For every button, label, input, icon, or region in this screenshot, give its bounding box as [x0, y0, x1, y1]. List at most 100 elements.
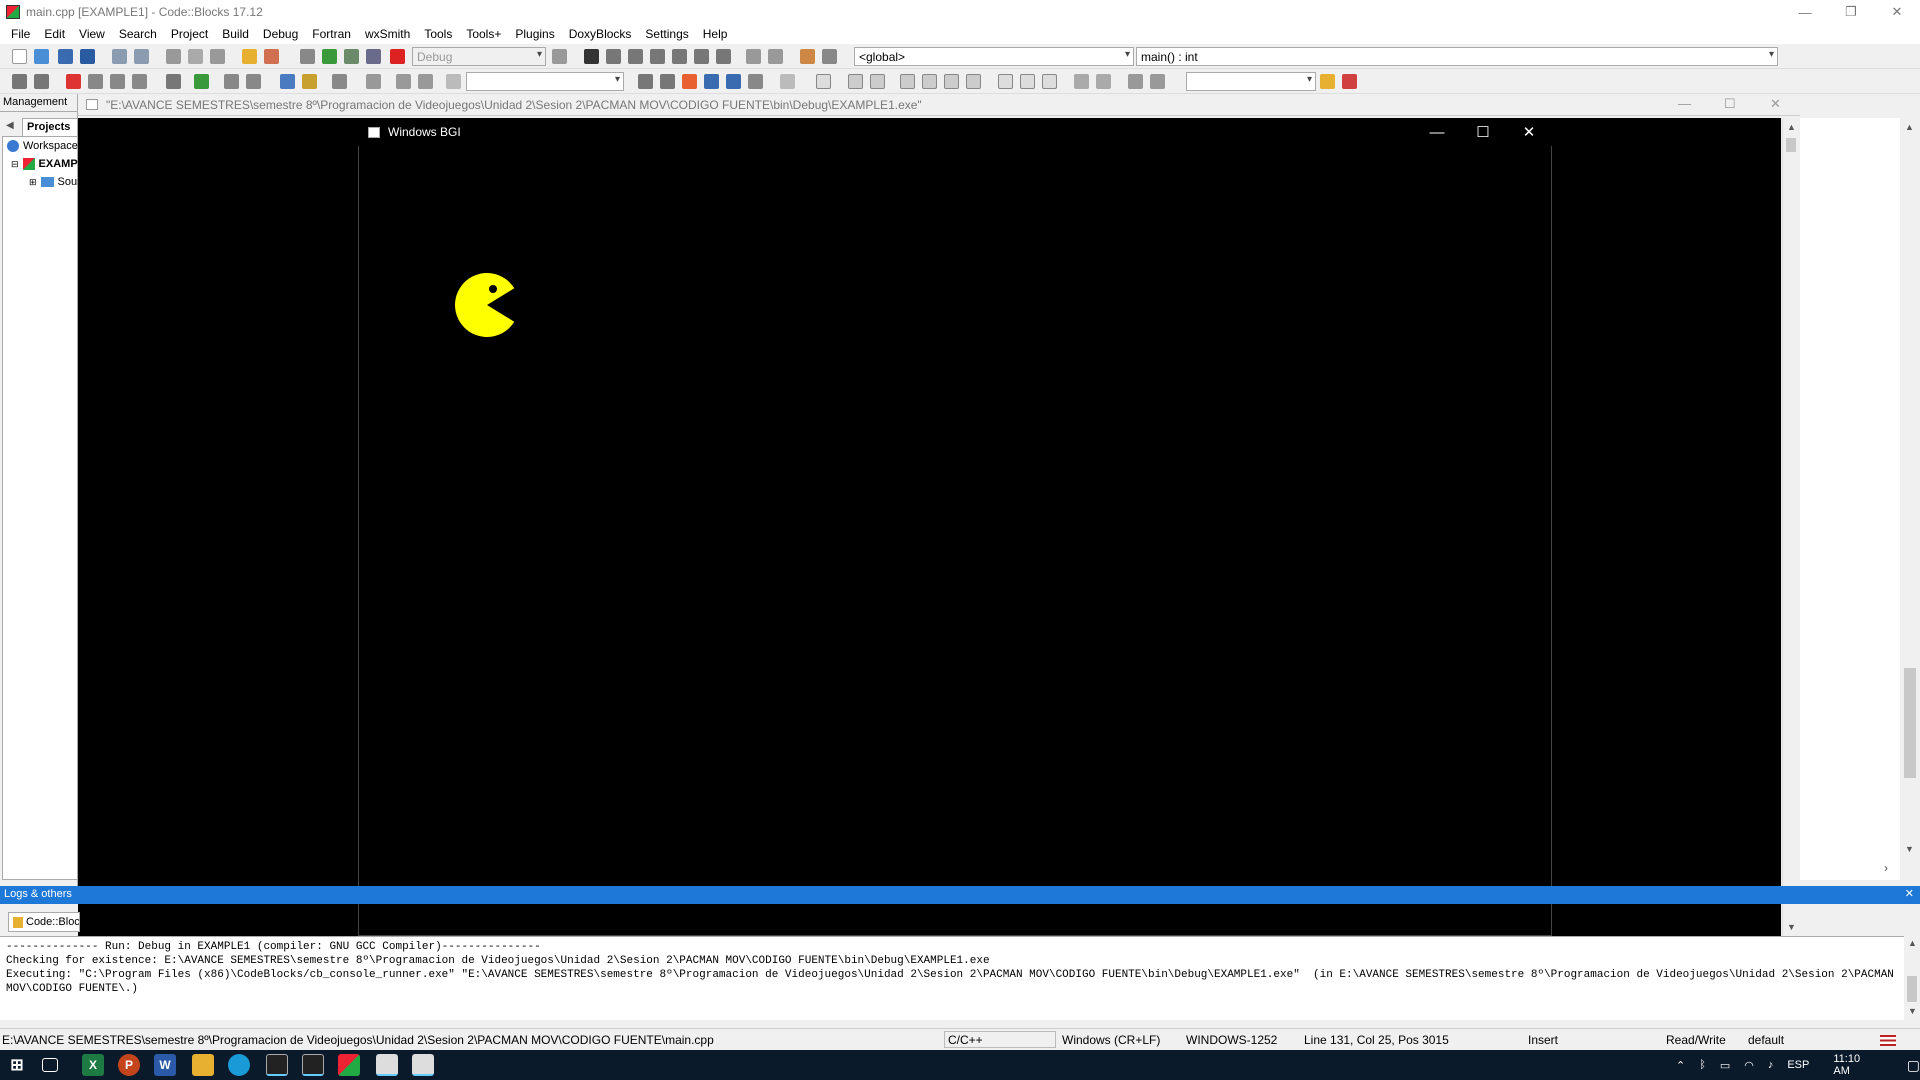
box-sizer-icon[interactable] [900, 74, 915, 89]
tree-workspace[interactable]: Workspace [7, 140, 78, 152]
minimize-button[interactable]: — [1782, 0, 1828, 24]
menu-tools[interactable]: Tools [417, 27, 459, 41]
close-button[interactable]: ✕ [1874, 0, 1920, 24]
restore-button[interactable]: ❐ [1828, 0, 1874, 24]
replace-icon[interactable] [264, 49, 279, 64]
scroll-up-icon[interactable]: ▲ [1787, 122, 1796, 132]
menu-build[interactable]: Build [215, 27, 256, 41]
run-to-cursor-icon[interactable] [606, 49, 621, 64]
console-maximize-button[interactable]: ☐ [1724, 96, 1736, 112]
menu-fortran[interactable]: Fortran [305, 27, 358, 41]
excel-icon[interactable]: X [82, 1054, 104, 1076]
textctrl-widget-icon[interactable] [1042, 74, 1057, 89]
tab-scroll-left-icon[interactable]: ◀ [6, 120, 14, 131]
abort-icon[interactable] [390, 49, 405, 64]
debug-start-icon[interactable] [584, 49, 599, 64]
rebuild-icon[interactable] [366, 49, 381, 64]
scrollbar-thumb[interactable] [1907, 976, 1917, 1002]
menu-settings[interactable]: Settings [638, 27, 695, 41]
task-view-icon[interactable] [42, 1058, 58, 1072]
build-log[interactable]: -------------- Run: Debug in EXAMPLE1 (c… [0, 936, 1904, 1020]
save-icon[interactable] [58, 49, 73, 64]
run-doxywizard-icon[interactable] [194, 74, 209, 89]
volume-icon[interactable]: ♪ [1768, 1059, 1774, 1071]
various-info-icon[interactable] [822, 49, 837, 64]
menu-help[interactable]: Help [696, 27, 735, 41]
scope-select[interactable]: <global> ▾ [854, 47, 1134, 66]
search-combo[interactable]: ▾ [1186, 72, 1316, 91]
doxy-block-comment-icon[interactable] [224, 74, 239, 89]
static-bitmap-icon[interactable] [870, 74, 885, 89]
menu-view[interactable]: View [72, 27, 112, 41]
grid-sizer-icon[interactable] [922, 74, 937, 89]
scrollbar-thumb[interactable] [1904, 668, 1916, 778]
language-indicator[interactable]: ESP [1787, 1059, 1809, 1071]
console-minimize-button[interactable]: — [1678, 96, 1691, 111]
code-completion-icon[interactable] [446, 74, 461, 89]
doxy-line-comment-icon[interactable] [246, 74, 261, 89]
clock[interactable]: 11:10 AM [1833, 1053, 1876, 1077]
scroll-down-icon[interactable]: ▼ [1905, 844, 1914, 854]
function-select[interactable]: main() : int ▾ [1136, 47, 1778, 66]
scroll-right-icon[interactable]: › [1884, 861, 1888, 875]
stop-debugger-icon[interactable] [768, 49, 783, 64]
cut-icon[interactable] [166, 49, 181, 64]
menu-edit[interactable]: Edit [37, 27, 72, 41]
open-icon[interactable] [34, 49, 49, 64]
highlight-icon[interactable] [682, 74, 697, 89]
jump-back-icon[interactable] [366, 74, 381, 89]
tab-codeblocks-log[interactable]: Code::Blocks [8, 912, 80, 932]
menu-wxsmith[interactable]: wxSmith [358, 27, 417, 41]
find-icon[interactable] [242, 49, 257, 64]
menu-doxyblocks[interactable]: DoxyBlocks [562, 27, 639, 41]
doxy-chm-icon[interactable] [302, 74, 317, 89]
terminal-icon[interactable] [266, 1054, 288, 1076]
select-icon[interactable] [704, 74, 719, 89]
debug-windows-icon[interactable] [800, 49, 815, 64]
step-into-instruction-icon[interactable] [716, 49, 731, 64]
editor-scrollbar[interactable]: ▲ ▼ [1900, 118, 1920, 880]
button-widget-icon[interactable] [998, 74, 1013, 89]
editor-area[interactable] [1800, 118, 1900, 880]
build-icon[interactable] [300, 49, 315, 64]
build-target-select[interactable]: Debug ▾ [412, 47, 546, 66]
paste-icon[interactable] [210, 49, 225, 64]
step-out-icon[interactable] [672, 49, 687, 64]
zoom-out-icon[interactable] [1096, 74, 1111, 89]
symbol-select[interactable]: ▾ [466, 72, 624, 91]
bookmark-prev-icon[interactable] [88, 74, 103, 89]
battery-icon[interactable]: ▭ [1720, 1059, 1730, 1072]
powerpoint-icon[interactable]: P [118, 1054, 140, 1076]
notification-icon[interactable]: ▢ [1907, 1057, 1920, 1074]
scroll-down-icon[interactable]: ▼ [1908, 1006, 1917, 1016]
forward-icon[interactable] [34, 74, 49, 89]
arrow-right-icon[interactable] [660, 74, 675, 89]
bluetooth-icon[interactable]: ᛒ [1699, 1059, 1706, 1071]
toggle-widget-icon[interactable] [1020, 74, 1035, 89]
doxy-html-icon[interactable] [280, 74, 295, 89]
comment-icon[interactable] [166, 74, 181, 89]
pause-icon[interactable] [746, 49, 761, 64]
console-runner-icon[interactable] [302, 1054, 324, 1076]
search-icon[interactable] [1320, 74, 1335, 89]
cursor-icon[interactable] [780, 74, 795, 89]
back-icon[interactable] [12, 74, 27, 89]
menu-debug[interactable]: Debug [256, 27, 305, 41]
menu-search[interactable]: Search [112, 27, 164, 41]
scroll-down-icon[interactable]: ▼ [1787, 922, 1796, 932]
redo-icon[interactable] [134, 49, 149, 64]
next-instruction-icon[interactable] [694, 49, 709, 64]
pointer-icon[interactable] [748, 74, 763, 89]
bgi-minimize-button[interactable]: — [1414, 118, 1460, 146]
console-close-button[interactable]: ✕ [1770, 96, 1781, 112]
zoom-in-icon[interactable] [1074, 74, 1089, 89]
scroll-up-icon[interactable]: ▲ [1905, 122, 1914, 132]
word-icon[interactable]: W [154, 1054, 176, 1076]
scroll-up-icon[interactable]: ▲ [1908, 938, 1917, 948]
file-explorer-icon[interactable] [192, 1054, 214, 1076]
menu-file[interactable]: File [4, 27, 37, 41]
app-window-icon[interactable] [412, 1054, 434, 1076]
bookmark-toggle-icon[interactable] [66, 74, 81, 89]
codeblocks-taskbar-icon[interactable] [338, 1054, 360, 1076]
save-all-icon[interactable] [80, 49, 95, 64]
